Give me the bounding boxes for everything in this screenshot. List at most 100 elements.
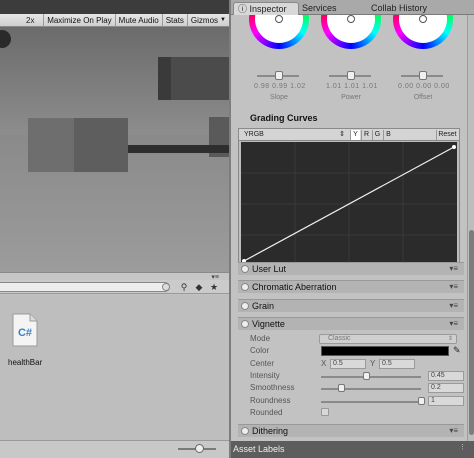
- project-assets-grid: C# healthBar: [0, 295, 229, 440]
- tab-collab-history[interactable]: Collab History: [371, 2, 427, 15]
- panel-menu-icon[interactable]: ⋮: [459, 443, 466, 451]
- icon-size-slider-knob[interactable]: [195, 444, 204, 453]
- cube-object-far-side: [158, 57, 171, 100]
- curve-mode-dropdown[interactable]: YRGB ⇕: [240, 130, 348, 140]
- tab-services[interactable]: Services: [302, 2, 337, 15]
- grading-curves-panel: YRGB ⇕ Y R G B Reset: [238, 128, 460, 269]
- roundness-field[interactable]: 1: [428, 396, 464, 406]
- tab-inspector[interactable]: ⓘ Inspector: [233, 2, 299, 15]
- offset-values: 0.00 0.00 0.00: [398, 83, 450, 90]
- channel-g-button[interactable]: G: [372, 130, 382, 140]
- asset-labels-bar[interactable]: Asset Labels ⋮: [231, 441, 474, 458]
- smoothness-field[interactable]: 0.2: [428, 383, 464, 393]
- power-color-wheel[interactable]: [321, 15, 381, 49]
- smoothness-slider-track[interactable]: [321, 388, 421, 390]
- gizmos-button[interactable]: Gizmos ▼: [186, 13, 229, 27]
- curve-reset-button[interactable]: Reset: [436, 130, 458, 140]
- intensity-slider-track[interactable]: [321, 376, 421, 378]
- vignette-mode-dropdown[interactable]: Classic ⇕: [319, 334, 457, 344]
- offset-slider-knob[interactable]: [419, 71, 427, 80]
- project-footer: [0, 440, 229, 458]
- offset-color-wheel[interactable]: [393, 15, 453, 49]
- section-vignette[interactable]: Vignette ▾≡: [238, 317, 464, 330]
- roundness-slider-knob[interactable]: [418, 397, 425, 405]
- asset-label-healthbar[interactable]: healthBar: [8, 358, 42, 367]
- csharp-script-icon[interactable]: C#: [12, 313, 38, 347]
- section-chromatic-aberration[interactable]: Chromatic Aberration ▾≡: [238, 280, 464, 293]
- inspector-scrollbar-thumb[interactable]: [469, 230, 474, 435]
- section-grain[interactable]: Grain ▾≡: [238, 299, 464, 312]
- tab-inspector-label: Inspector: [249, 4, 287, 14]
- curve-editor[interactable]: [241, 142, 457, 266]
- center-y-label: Y: [370, 359, 376, 368]
- vignette-color-label: Color: [250, 346, 270, 355]
- smoothness-slider-knob[interactable]: [338, 384, 345, 392]
- vignette-smoothness-label: Smoothness: [250, 383, 295, 392]
- channel-r-button[interactable]: R: [361, 130, 371, 140]
- grain-toggle[interactable]: [241, 302, 249, 310]
- power-values: 1.01 1.01 1.01: [326, 83, 378, 90]
- vignette-mode-value: Classic: [328, 335, 351, 342]
- favorite-star-icon[interactable]: ★: [208, 282, 220, 292]
- center-x-field[interactable]: 0.5: [330, 359, 366, 369]
- center-x-label: X: [321, 359, 327, 368]
- game-toolbar: 2x Maximize On Play Mute Audio Stats Giz…: [0, 13, 229, 27]
- stats-button[interactable]: Stats: [161, 13, 187, 27]
- chromatic-aberration-toggle[interactable]: [241, 283, 249, 291]
- slope-slider-knob[interactable]: [275, 71, 283, 80]
- curve-toolbar: YRGB ⇕ Y R G B Reset: [239, 129, 459, 141]
- user-lut-toggle[interactable]: [241, 265, 249, 273]
- offset-wheel-handle[interactable]: [419, 15, 427, 23]
- section-menu-icon[interactable]: ▾≡: [449, 282, 458, 291]
- intensity-slider-knob[interactable]: [363, 372, 370, 380]
- curve-point-end[interactable]: [452, 145, 456, 149]
- power-label: Power: [341, 94, 361, 101]
- section-menu-icon[interactable]: ▾≡: [449, 426, 458, 435]
- channel-b-button[interactable]: B: [383, 130, 393, 140]
- dropdown-arrows-icon: ⇕: [339, 131, 345, 138]
- zoom-value[interactable]: 2x: [0, 16, 43, 25]
- offset-label: Offset: [413, 94, 433, 101]
- eyedropper-icon[interactable]: ✎: [453, 345, 463, 355]
- roundness-slider-track[interactable]: [321, 401, 421, 403]
- filter-by-type-icon[interactable]: ⚲: [178, 282, 190, 292]
- search-input[interactable]: [0, 282, 170, 292]
- shadow-strip: [128, 145, 229, 153]
- slope-wheel-handle[interactable]: [275, 15, 283, 23]
- unity-editor: 2x Maximize On Play Mute Audio Stats Giz…: [0, 0, 474, 458]
- section-menu-icon[interactable]: ▾≡: [449, 264, 458, 273]
- section-menu-icon[interactable]: ▾≡: [449, 301, 458, 310]
- power-slider-knob[interactable]: [347, 71, 355, 80]
- rounded-checkbox[interactable]: [321, 408, 329, 416]
- vignette-color-swatch[interactable]: [321, 346, 449, 356]
- section-title-dithering: Dithering: [252, 426, 289, 436]
- inspector-body: 0.98 0.99 1.02 1.01 1.01 1.01 0.00 0.00 …: [231, 15, 467, 441]
- power-wheel-handle[interactable]: [347, 15, 355, 23]
- vignette-roundness-label: Roundness: [250, 396, 291, 405]
- section-title-grain: Grain: [252, 301, 275, 311]
- chevron-down-icon: ▼: [220, 17, 226, 23]
- maximize-on-play-button[interactable]: Maximize On Play: [43, 13, 114, 27]
- vignette-toggle[interactable]: [241, 320, 249, 328]
- cube-object-mid-front: [28, 118, 74, 172]
- intensity-field[interactable]: 0.45: [428, 371, 464, 381]
- section-dithering[interactable]: Dithering ▾≡: [238, 424, 464, 437]
- channel-y-button[interactable]: Y: [350, 130, 360, 140]
- project-toolbar: ⚲ ◆ ★: [0, 280, 229, 294]
- dithering-toggle[interactable]: [241, 427, 249, 435]
- vignette-intensity-label: Intensity: [250, 371, 280, 380]
- section-menu-icon[interactable]: ▾≡: [449, 319, 458, 328]
- slope-color-wheel[interactable]: [249, 15, 309, 49]
- inspector-tab-bar: ⓘ Inspector Services Collab History: [231, 0, 474, 15]
- inspector-scrollbar[interactable]: [467, 15, 474, 441]
- section-user-lut[interactable]: User Lut ▾≡: [238, 262, 464, 275]
- inspector-tab-icon: ⓘ: [238, 4, 250, 14]
- mute-audio-button[interactable]: Mute Audio: [114, 13, 162, 27]
- filter-by-label-icon[interactable]: ◆: [193, 282, 205, 292]
- game-view-tab-strip: [0, 0, 229, 14]
- center-y-field[interactable]: 0.5: [379, 359, 415, 369]
- game-scene[interactable]: [0, 27, 229, 272]
- slope-values: 0.98 0.99 1.02: [254, 83, 306, 90]
- project-panel-header: ▾≡: [0, 272, 229, 281]
- search-cancel-icon[interactable]: [162, 283, 170, 291]
